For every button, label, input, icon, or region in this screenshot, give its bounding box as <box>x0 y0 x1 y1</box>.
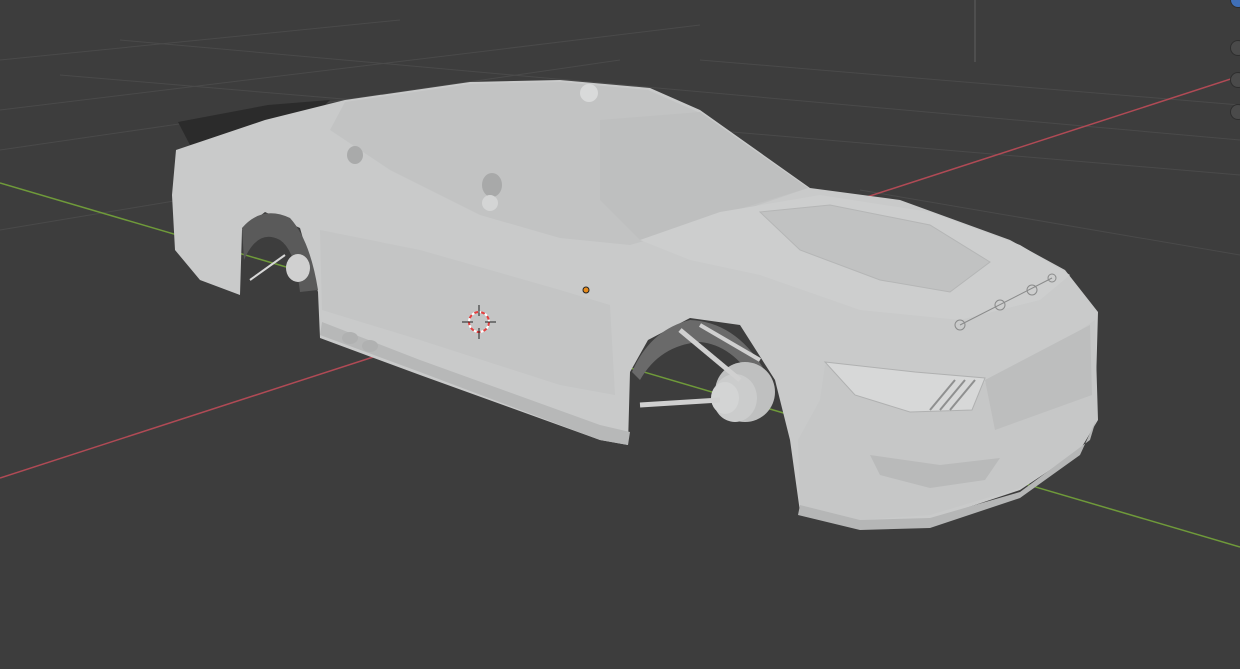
window-bracket <box>482 173 502 197</box>
zoom-icon[interactable] <box>1230 40 1240 56</box>
window-bracket-2 <box>482 195 498 211</box>
side-vent-right <box>362 340 378 352</box>
object-origin-dot[interactable] <box>582 286 590 294</box>
rear-wheel-hub <box>249 254 310 282</box>
3d-viewport[interactable] <box>0 0 1240 669</box>
viewport-scene[interactable] <box>0 0 1240 669</box>
race-car-body[interactable] <box>172 80 1098 530</box>
roof-antenna-ball <box>580 84 598 102</box>
camera-icon[interactable] <box>1230 104 1240 120</box>
quarter-window-bracket <box>347 146 363 164</box>
side-vent-left <box>342 332 358 344</box>
pan-icon[interactable] <box>1230 72 1240 88</box>
